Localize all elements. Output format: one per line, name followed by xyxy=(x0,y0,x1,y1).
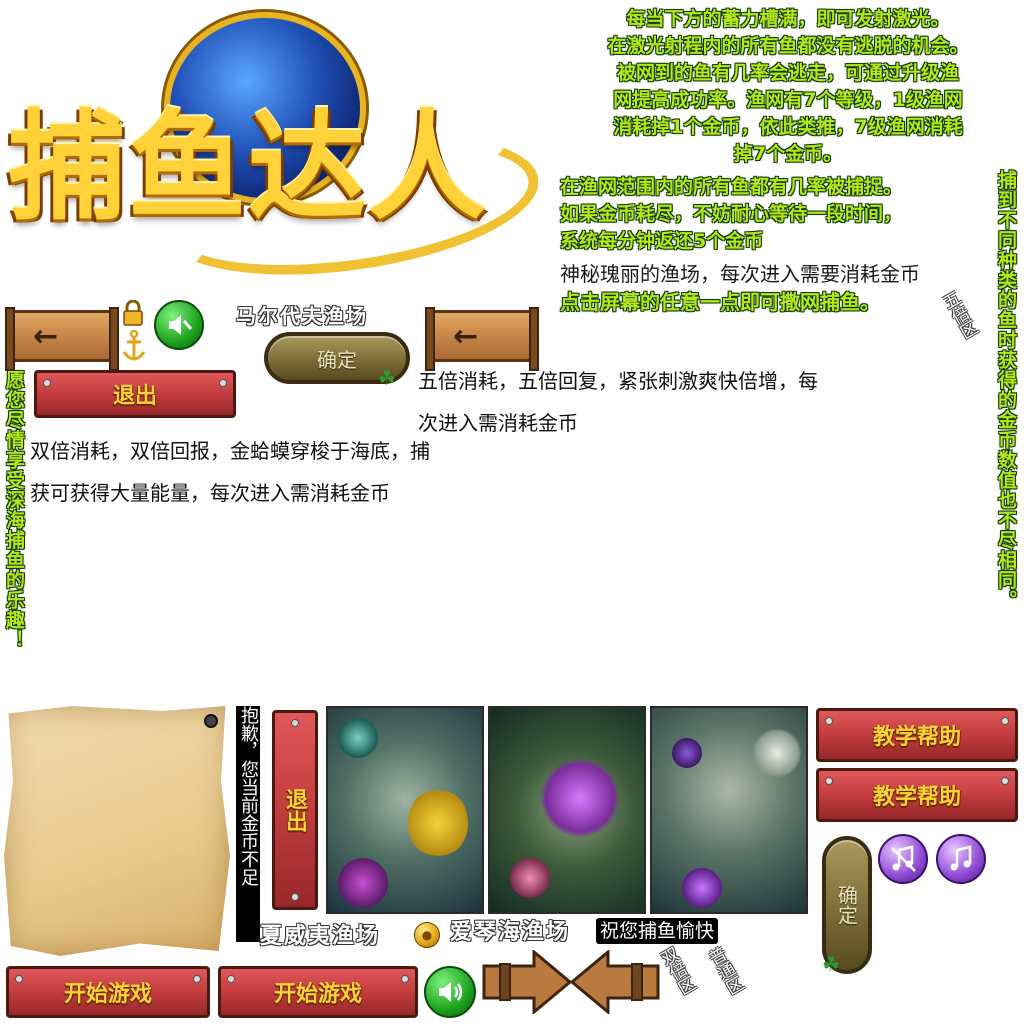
vertical-fish-value-text: 捕到不同种类的鱼时获得的金币数值也不尽相同。 xyxy=(995,170,1017,610)
exit-label: 退出 xyxy=(112,383,157,409)
lock-icon xyxy=(122,299,144,326)
help-label: 教学帮助 xyxy=(872,784,961,810)
info-line: 消耗掉1个金币，依此类推，7级渔网消耗 xyxy=(613,116,963,138)
arrow-left-big-button[interactable] xyxy=(570,950,660,1014)
leaf-icon: ☘ xyxy=(822,952,840,976)
info-line: 每当下方的蓄力槽满，即可发射激光。 xyxy=(626,8,950,30)
tap-hint: 点击屏幕的任意一点即可撒网捕鱼。 xyxy=(560,290,880,314)
arrow-left-button-2[interactable]: ← xyxy=(425,307,539,371)
mystic-description: 神秘瑰丽的渔场，每次进入需要消耗金币 xyxy=(560,262,920,286)
info-line: 网提高成功率。渔网有7个等级，1级渔网 xyxy=(613,89,963,111)
description-line: 获可获得大量能量，每次进入需消耗金币 xyxy=(30,481,390,505)
map-name-aegean: 爱琴海渔场 xyxy=(450,919,571,945)
start-label: 开始游戏 xyxy=(63,981,152,1007)
start-game-button-2[interactable]: 开始游戏 xyxy=(218,966,418,1018)
insufficient-coins-text: 抱歉，您当前金币不足 xyxy=(236,706,260,942)
arrow-left-icon: ← xyxy=(453,319,479,354)
vertical-enjoy-text: 愿您尽情享受深海捕鱼的乐趣！ xyxy=(3,370,25,650)
arrow-right-button[interactable] xyxy=(482,950,572,1014)
info-line: 掉7个金币。 xyxy=(733,143,843,165)
start-game-button-1[interactable]: 开始游戏 xyxy=(6,966,210,1018)
info-laser: 每当下方的蓄力槽满，即可发射激光。 在激光射程内的所有鱼都没有逃脱的机会。 被网… xyxy=(558,6,1018,168)
pin-icon xyxy=(204,714,218,728)
scene-thumbnail-maldives[interactable] xyxy=(650,706,808,914)
exit-button-vertical[interactable]: 退出 xyxy=(272,710,318,910)
double-zone-description: 双倍消耗，双倍回报，金蛤蟆穿梭于海底，捕 获可获得大量能量，每次进入需消耗金币 xyxy=(30,430,520,514)
scene-thumbnail-aegean[interactable] xyxy=(488,706,646,914)
exit-button[interactable]: 退出 xyxy=(34,370,236,418)
coin-icon: ● xyxy=(414,922,440,948)
logo-title: 捕鱼达人 xyxy=(8,97,489,236)
help-button-1[interactable]: 教学帮助 xyxy=(816,708,1018,762)
arrow-left-icon: ← xyxy=(33,319,59,354)
exit-label: 退出 xyxy=(282,788,308,832)
zone-five-label: 五倍区 xyxy=(936,288,980,343)
map-name-maldives: 马尔代夫渔场 xyxy=(236,304,368,328)
info-line: 在激光射程内的所有鱼都没有逃脱的机会。 xyxy=(607,35,969,57)
help-button-2[interactable]: 教学帮助 xyxy=(816,768,1018,822)
speaker-icon[interactable] xyxy=(424,966,476,1018)
description-line: 五倍消耗，五倍回复，紧张刺激爽快倍增，每 xyxy=(418,369,818,393)
description-line: 双倍消耗，双倍回报，金蛤蟆穿梭于海底，捕 xyxy=(30,439,430,463)
arrow-left-button[interactable]: ← xyxy=(5,307,119,371)
start-label: 开始游戏 xyxy=(273,981,362,1007)
info-line: 系统每分钟返还5个金币 xyxy=(560,230,764,252)
zone-normal-label: 普通区 xyxy=(702,944,746,999)
info-line: 在渔网范围内的所有鱼都有几率被捕捉。 xyxy=(560,176,903,198)
info-net: 在渔网范围内的所有鱼都有几率被捕捉。 如果金币耗尽，不妨耐心等待一段时间， 系统… xyxy=(560,174,1000,255)
wish-text: 祝您捕鱼愉快 xyxy=(596,918,719,944)
leaf-icon: ☘ xyxy=(378,366,396,390)
info-line: 被网到的鱼有几率会逃走，可通过升级渔 xyxy=(616,62,959,84)
anchor-icon xyxy=(122,329,146,364)
scene-thumbnail-hawaii[interactable] xyxy=(326,706,484,914)
speaker-muted-icon[interactable] xyxy=(154,300,204,350)
parchment-panel xyxy=(4,706,230,956)
music-muted-icon[interactable] xyxy=(878,834,928,884)
map-name-hawaii: 夏威夷渔场 xyxy=(260,923,381,949)
music-icon[interactable] xyxy=(936,834,986,884)
info-line: 如果金币耗尽，不妨耐心等待一段时间， xyxy=(560,203,903,225)
help-label: 教学帮助 xyxy=(872,724,961,750)
